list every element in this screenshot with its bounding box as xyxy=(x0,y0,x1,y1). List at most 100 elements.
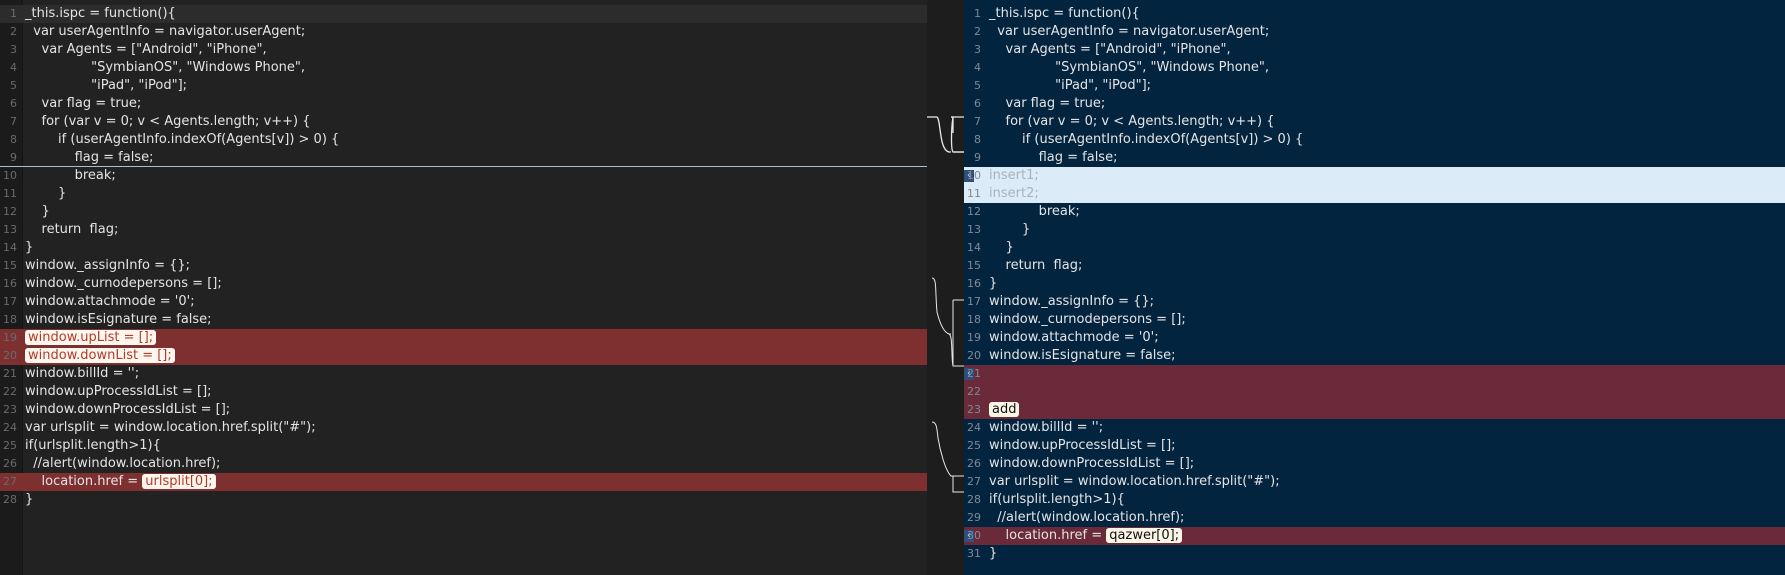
code-line[interactable]: 11 } xyxy=(0,185,927,203)
code-text[interactable]: window._assignInfo = {}; xyxy=(989,293,1154,311)
code-text[interactable]: window.upProcessIdList = []; xyxy=(989,437,1176,455)
code-line[interactable]: 2 var userAgentInfo = navigator.userAgen… xyxy=(0,23,927,41)
code-line[interactable]: 12 } xyxy=(0,203,927,221)
code-text[interactable]: "iPad", "iPod"]; xyxy=(989,77,1151,95)
code-line[interactable]: 4 "SymbianOS", "Windows Phone", xyxy=(964,59,1785,77)
code-text[interactable]: } xyxy=(25,239,33,257)
code-line[interactable]: 5 "iPad", "iPod"]; xyxy=(964,77,1785,95)
code-line[interactable]: 12 break; xyxy=(964,203,1785,221)
code-line[interactable]: 27 var urlsplit = window.location.href.sp… xyxy=(964,473,1785,491)
code-text[interactable]: window.billId = ''; xyxy=(989,419,1103,437)
code-text[interactable]: var urlsplit = window.location.href.spli… xyxy=(989,473,1280,491)
code-text[interactable]: if (userAgentInfo.indexOf(Agents[v]) > 0… xyxy=(25,131,339,149)
code-text[interactable]: } xyxy=(989,239,1014,257)
code-text[interactable]: //alert(window.location.href); xyxy=(989,509,1184,527)
code-text[interactable]: "SymbianOS", "Windows Phone", xyxy=(989,59,1269,77)
code-text[interactable]: insert2; xyxy=(989,185,1039,203)
code-line[interactable]: 15 window._assignInfo = {}; xyxy=(0,257,927,275)
code-text[interactable]: } xyxy=(25,185,66,203)
right-editor-pane[interactable]: 1 _this.ispc = function(){2 var userAgent… xyxy=(964,0,1785,575)
code-text[interactable]: window.billId = ''; xyxy=(25,365,139,383)
code-line[interactable]: 11 insert2; xyxy=(964,185,1785,203)
code-line[interactable]: 19 window.attachmode = '0'; xyxy=(964,329,1785,347)
code-line[interactable]: 3 var Agents = ["Android", "iPhone", xyxy=(964,41,1785,59)
code-line[interactable]: 4 "SymbianOS", "Windows Phone", xyxy=(0,59,927,77)
code-text[interactable]: //alert(window.location.href); xyxy=(25,455,220,473)
code-line[interactable]: 6 var flag = true; xyxy=(964,95,1785,113)
code-text[interactable]: var userAgentInfo = navigator.userAgent; xyxy=(989,23,1269,41)
code-text[interactable]: window.downProcessIdList = []; xyxy=(989,455,1194,473)
code-text[interactable]: window.downProcessIdList = []; xyxy=(25,401,230,419)
code-line[interactable]: 16 window._curnodepersons = []; xyxy=(0,275,927,293)
code-line[interactable]: 18 window._curnodepersons = []; xyxy=(964,311,1785,329)
code-line[interactable]: 8 if (userAgentInfo.indexOf(Agents[v]) >… xyxy=(0,131,927,149)
code-text[interactable]: } xyxy=(989,545,997,563)
code-text[interactable]: break; xyxy=(25,167,116,185)
code-text[interactable]: window._curnodepersons = []; xyxy=(989,311,1186,329)
code-text[interactable]: flag = false; xyxy=(25,149,154,167)
code-text[interactable]: add xyxy=(989,401,1020,419)
code-line[interactable]: 21 window.billId = ''; xyxy=(0,365,927,383)
code-lines[interactable]: 1 _this.ispc = function(){2 var userAgent… xyxy=(0,5,927,509)
code-text[interactable]: _this.ispc = function(){ xyxy=(989,5,1140,23)
code-line[interactable]: 28} xyxy=(0,491,927,509)
code-text[interactable]: location.href = urlsplit[0]; xyxy=(25,473,216,491)
code-line[interactable]: 29 //alert(window.location.href); xyxy=(964,509,1785,527)
code-text[interactable]: if(urlsplit.length>1){ xyxy=(25,437,161,455)
code-line[interactable]: 14} xyxy=(0,239,927,257)
code-text[interactable]: window.isEsignature = false; xyxy=(989,347,1176,365)
code-text[interactable]: "SymbianOS", "Windows Phone", xyxy=(25,59,305,77)
code-text[interactable]: window._curnodepersons = []; xyxy=(25,275,222,293)
code-line[interactable]: 8 if (userAgentInfo.indexOf(Agents[v]) >… xyxy=(964,131,1785,149)
code-text[interactable]: } xyxy=(989,275,997,293)
code-line[interactable]: 27 location.href = urlsplit[0]; xyxy=(0,473,927,491)
code-line[interactable]: 23 window.downProcessIdList = []; xyxy=(0,401,927,419)
code-line[interactable]: 9 flag = false; xyxy=(964,149,1785,167)
code-line[interactable]: 6 var flag = true; xyxy=(0,95,927,113)
code-text[interactable]: var Agents = ["Android", "iPhone", xyxy=(25,41,267,59)
code-line[interactable]: 20 window.downList = []; xyxy=(0,347,927,365)
code-line[interactable]: 25 if(urlsplit.length>1){ xyxy=(0,437,927,455)
code-text[interactable]: var userAgentInfo = navigator.userAgent; xyxy=(25,23,305,41)
code-line[interactable]: 28 if(urlsplit.length>1){ xyxy=(964,491,1785,509)
code-line[interactable]: 24 window.billId = ''; xyxy=(964,419,1785,437)
code-line[interactable]: ‹ 10 insert1; xyxy=(964,167,1785,185)
code-line[interactable]: 13 return flag; xyxy=(0,221,927,239)
code-line[interactable]: 1 _this.ispc = function(){ xyxy=(0,5,927,23)
code-text[interactable]: window.upProcessIdList = []; xyxy=(25,383,212,401)
code-line[interactable]: 5 "iPad", "iPod"]; xyxy=(0,77,927,95)
code-text[interactable]: return flag; xyxy=(989,257,1083,275)
code-text[interactable]: window.isEsignature = false; xyxy=(25,311,212,329)
code-line[interactable]: 16} xyxy=(964,275,1785,293)
code-text[interactable]: if(urlsplit.length>1){ xyxy=(989,491,1125,509)
code-lines[interactable]: 1 _this.ispc = function(){2 var userAgent… xyxy=(964,5,1785,563)
code-text[interactable]: } xyxy=(25,491,33,509)
code-text[interactable]: break; xyxy=(989,203,1080,221)
code-line[interactable]: 3 var Agents = ["Android", "iPhone", xyxy=(0,41,927,59)
code-line[interactable]: 22 window.upProcessIdList = []; xyxy=(0,383,927,401)
code-text[interactable]: return flag; xyxy=(25,221,119,239)
code-line[interactable]: ‹ 21 xyxy=(964,365,1785,383)
code-line[interactable]: 22 xyxy=(964,383,1785,401)
code-text[interactable]: location.href = qazwer[0]; xyxy=(989,527,1183,545)
left-editor-pane[interactable]: 1 _this.ispc = function(){2 var userAgent… xyxy=(0,0,927,575)
code-line[interactable]: 20 window.isEsignature = false; xyxy=(964,347,1785,365)
code-line[interactable]: 25 window.upProcessIdList = []; xyxy=(964,437,1785,455)
code-text[interactable]: for (var v = 0; v < Agents.length; v++) … xyxy=(25,113,311,131)
code-line[interactable]: 14 } xyxy=(964,239,1785,257)
code-line[interactable]: ‹ 30 location.href = qazwer[0]; xyxy=(964,527,1785,545)
code-text[interactable]: if (userAgentInfo.indexOf(Agents[v]) > 0… xyxy=(989,131,1303,149)
code-text[interactable]: window.downList = []; xyxy=(25,347,175,365)
code-line[interactable]: 18 window.isEsignature = false; xyxy=(0,311,927,329)
code-line[interactable]: 26 //alert(window.location.href); xyxy=(0,455,927,473)
code-line[interactable]: 9 flag = false; xyxy=(0,149,927,167)
code-text[interactable]: } xyxy=(25,203,50,221)
code-line[interactable]: 26 window.downProcessIdList = []; xyxy=(964,455,1785,473)
code-line[interactable]: 7 for (var v = 0; v < Agents.length; v++… xyxy=(964,113,1785,131)
code-text[interactable]: window.upList = []; xyxy=(25,329,157,347)
code-line[interactable]: 1 _this.ispc = function(){ xyxy=(964,5,1785,23)
code-line[interactable]: 2 var userAgentInfo = navigator.userAgen… xyxy=(964,23,1785,41)
code-text[interactable]: window._assignInfo = {}; xyxy=(25,257,190,275)
code-line[interactable]: 23 add xyxy=(964,401,1785,419)
code-line[interactable]: 24 var urlsplit = window.location.href.sp… xyxy=(0,419,927,437)
